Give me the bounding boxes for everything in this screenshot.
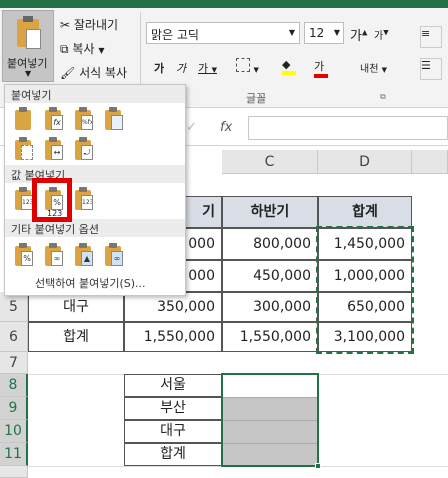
paste-values-source-format-icon[interactable]: 123 [73, 187, 93, 211]
font-group-label: 글꼴 [246, 92, 267, 105]
highlight-box [32, 178, 72, 222]
clipboard-icon [17, 16, 41, 49]
grow-font-button[interactable]: 가▲ [350, 25, 367, 44]
format-painter-button[interactable]: 🖌 서식 복사 [60, 64, 127, 81]
column-header-c[interactable]: C [222, 150, 318, 174]
italic-button[interactable]: 가 [176, 60, 186, 76]
row-header-12[interactable] [0, 466, 28, 478]
paste-formatting-icon[interactable]: % [13, 243, 33, 267]
bold-button[interactable]: 가 [154, 60, 164, 76]
paste-link-icon[interactable]: ∞ [43, 243, 63, 267]
selection-border [221, 373, 319, 467]
cell-c4[interactable]: 450,000 [222, 260, 318, 292]
paste-keep-source-format-icon[interactable] [103, 107, 123, 131]
paste-keep-column-widths-icon[interactable]: ↔ [43, 137, 63, 161]
paste-linked-picture-icon[interactable]: ∞ [103, 243, 123, 267]
border-icon [236, 58, 250, 72]
scissors-icon: ✂ [60, 18, 71, 32]
paste-picture-icon[interactable]: ▲ [73, 243, 93, 267]
list-item-daegu[interactable]: 대구 [124, 420, 222, 443]
paint-bucket-icon: ◆ [282, 58, 291, 71]
font-color-button[interactable]: 가 [314, 58, 328, 78]
cell-a5[interactable]: 대구 [28, 292, 124, 322]
indent-icon[interactable]: ☰ [420, 58, 442, 80]
underline-button[interactable]: 가 ▼ [198, 60, 217, 76]
paste-button[interactable]: 붙여넣기 ▼ [2, 10, 54, 82]
cell-c3[interactable]: 800,000 [222, 228, 318, 260]
cancel-icon[interactable]: ✓ [186, 120, 197, 135]
alignment-icon[interactable]: ≡ [420, 26, 442, 48]
phonetic-button[interactable]: 내천 ▼ [360, 60, 387, 75]
paste-values-icon[interactable]: 123 [13, 187, 33, 211]
row-header-8[interactable]: 8 [0, 374, 28, 397]
cell-c6[interactable]: 1,550,000 [222, 322, 318, 352]
border-button[interactable]: ▼ [236, 58, 259, 75]
paste-special-menu-item[interactable]: 선택하여 붙여넣기(S)... [35, 275, 146, 291]
row-header-5[interactable]: 5 [0, 292, 28, 322]
table-header-c[interactable]: 하반기 [222, 196, 318, 228]
row-header-6[interactable]: 6 [0, 322, 28, 352]
row-header-11[interactable]: 11 [0, 443, 28, 466]
list-item-total[interactable]: 합계 [124, 443, 222, 466]
chevron-down-icon: ▼ [98, 46, 105, 55]
row-header-10[interactable]: 10 [0, 420, 28, 443]
font-name-select[interactable]: 맑은 고딕 ▼ [146, 22, 300, 44]
row-header-9[interactable]: 9 [0, 397, 28, 420]
chevron-down-icon: ▼ [211, 66, 218, 74]
chevron-down-icon: ▼ [333, 28, 340, 37]
column-header-d[interactable]: D [318, 150, 412, 174]
chevron-down-icon: ▼ [381, 66, 387, 74]
copy-button[interactable]: ⧉ 복사 ▼ [60, 40, 104, 57]
section-paste: 붙여넣기 [5, 85, 185, 103]
paste-formulas-icon[interactable]: fx [43, 107, 63, 131]
paste-no-borders-icon[interactable] [13, 137, 33, 161]
cut-button[interactable]: ✂ 잘라내기 [60, 16, 118, 33]
shrink-font-button[interactable]: 가▼ [374, 27, 389, 42]
fill-color-button[interactable]: ◆ [282, 58, 296, 75]
formula-input[interactable] [248, 116, 448, 140]
copy-icon: ⧉ [60, 42, 69, 56]
paste-icon[interactable] [13, 107, 33, 131]
list-item-busan[interactable]: 부산 [124, 397, 222, 420]
cell-b6[interactable]: 1,550,000 [124, 322, 222, 352]
table-header-d[interactable]: 합계 [318, 196, 412, 228]
chevron-down-icon: ▼ [288, 28, 295, 37]
title-bar [0, 0, 448, 8]
cell-c5[interactable]: 300,000 [222, 292, 318, 322]
chevron-down-icon: ▼ [253, 66, 259, 74]
paste-transpose-icon[interactable]: ⤾ [73, 137, 93, 161]
cell-b5[interactable]: 350,000 [124, 292, 222, 322]
list-item-seoul[interactable]: 서울 [124, 374, 222, 397]
cell-a6[interactable]: 합계 [28, 322, 124, 352]
paste-formulas-number-format-icon[interactable]: %fx [73, 107, 93, 131]
brush-icon: 🖌 [60, 66, 76, 80]
font-size-select[interactable]: 12 ▼ [304, 22, 344, 44]
fill-handle[interactable] [315, 463, 321, 469]
copy-marquee [316, 226, 414, 354]
dialog-launcher-icon[interactable]: ⧉ [380, 92, 386, 102]
column-header-e[interactable] [412, 150, 448, 174]
row-header-7[interactable]: 7 [0, 352, 28, 374]
chevron-down-icon: ▼ [25, 69, 32, 78]
fx-button[interactable]: fx [220, 120, 232, 135]
